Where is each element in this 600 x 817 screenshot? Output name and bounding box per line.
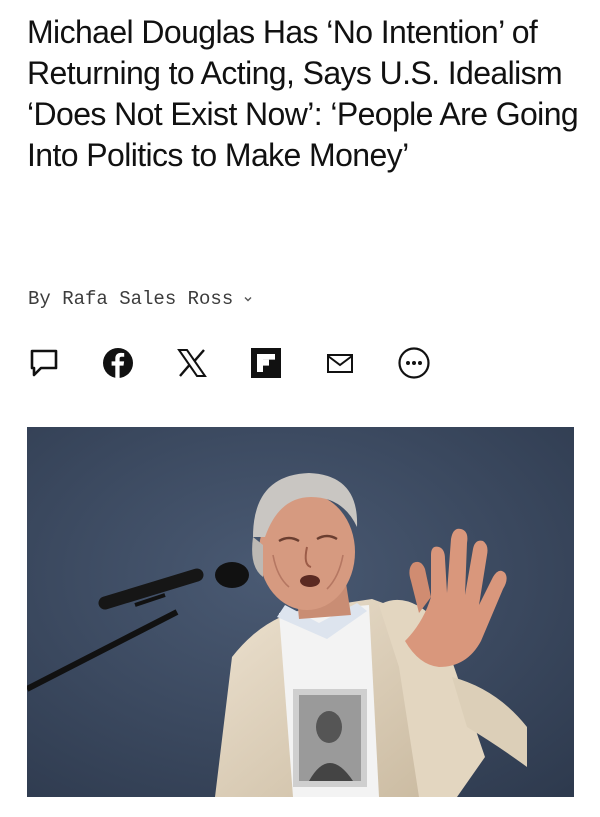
flipboard-share-button[interactable] bbox=[246, 343, 286, 383]
article: Michael Douglas Has ‘No Intention’ of Re… bbox=[0, 0, 600, 817]
article-photo bbox=[27, 427, 574, 797]
facebook-icon bbox=[103, 348, 133, 378]
byline-text: By Rafa Sales Ross bbox=[28, 288, 234, 310]
article-headline: Michael Douglas Has ‘No Intention’ of Re… bbox=[27, 14, 579, 173]
share-bar bbox=[24, 343, 434, 383]
x-icon bbox=[177, 349, 207, 377]
chevron-down-icon bbox=[244, 297, 252, 302]
x-share-button[interactable] bbox=[172, 343, 212, 383]
comment-icon bbox=[30, 349, 58, 377]
flipboard-icon bbox=[251, 348, 281, 378]
email-icon bbox=[327, 354, 353, 373]
more-icon bbox=[398, 347, 430, 379]
facebook-share-button[interactable] bbox=[98, 343, 138, 383]
author-byline[interactable]: By Rafa Sales Ross bbox=[28, 288, 253, 310]
email-share-button[interactable] bbox=[320, 343, 360, 383]
comments-button[interactable] bbox=[24, 343, 64, 383]
speaker-at-microphone-photo bbox=[27, 427, 574, 797]
more-options-button[interactable] bbox=[394, 343, 434, 383]
